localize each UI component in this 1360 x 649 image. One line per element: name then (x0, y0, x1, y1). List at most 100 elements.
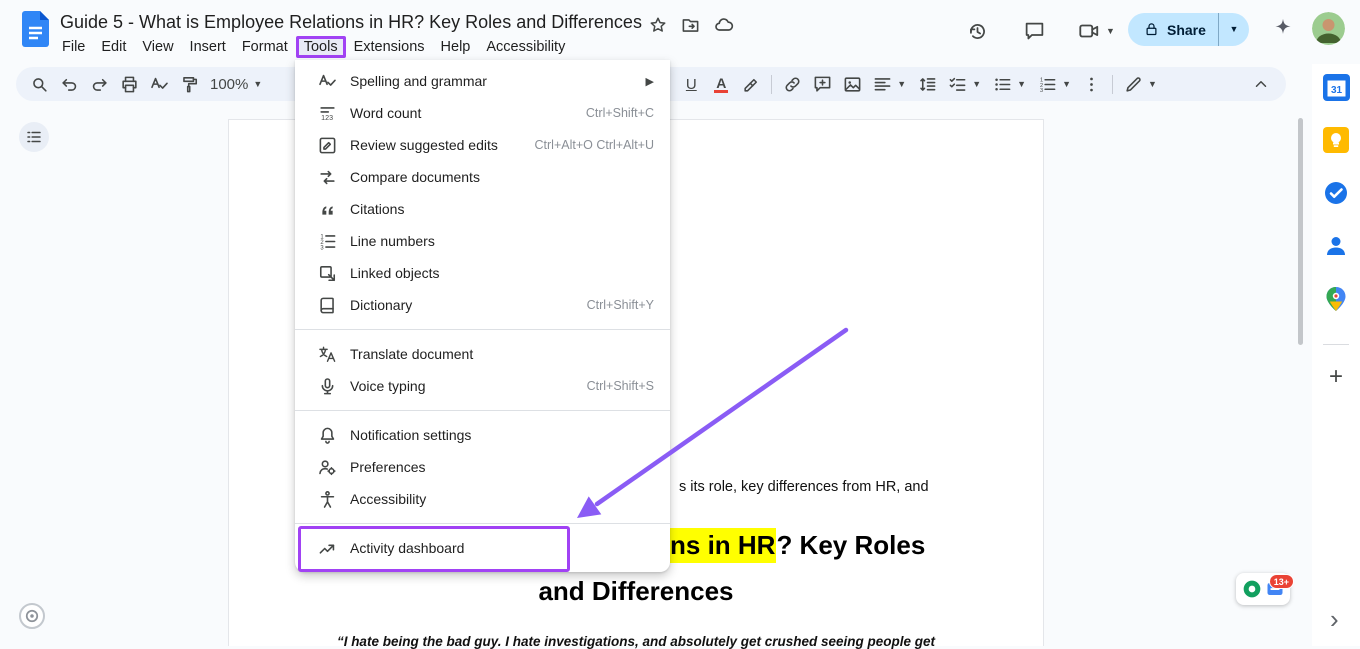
checklist-select[interactable]: ▼ (942, 75, 987, 94)
share-button[interactable]: Share ▼ (1128, 13, 1249, 46)
menu-item-dictionary[interactable]: Dictionary Ctrl+Shift+Y (295, 289, 670, 321)
document-quote-text[interactable]: “I hate being the bad guy. I hate invest… (228, 634, 1044, 649)
menu-item-notification-settings[interactable]: Notification settings (295, 419, 670, 451)
vertical-scrollbar[interactable] (1298, 118, 1303, 345)
menu-help[interactable]: Help (433, 36, 479, 58)
maps-icon[interactable] (1322, 285, 1350, 313)
underline-icon[interactable]: U (678, 71, 704, 97)
highlighted-text: ns in HR (670, 528, 776, 563)
translate-icon (318, 345, 337, 364)
document-heading-line1[interactable]: ns in HR? Key Roles (670, 530, 925, 561)
menu-tools[interactable]: Tools (296, 36, 346, 58)
bulleted-list-select[interactable]: ▼ (987, 75, 1032, 94)
menu-accessibility[interactable]: Accessibility (478, 36, 573, 58)
tasks-icon[interactable] (1322, 179, 1350, 207)
chevron-down-icon: ▼ (897, 80, 906, 89)
extension-blue-icon[interactable]: 13+ (1266, 580, 1284, 598)
cloud-status-icon[interactable] (714, 15, 734, 35)
chevron-down-icon: ▼ (1106, 27, 1115, 36)
menu-item-label: Review suggested edits (350, 137, 498, 153)
menu-item-translate-document[interactable]: Translate document (295, 338, 670, 370)
zoom-value: 100% (210, 76, 248, 93)
linked-objects-icon (318, 264, 337, 283)
menu-edit[interactable]: Edit (93, 36, 134, 58)
menu-item-compare-documents[interactable]: Compare documents (295, 161, 670, 193)
menu-item-line-numbers[interactable]: 123 Line numbers (295, 225, 670, 257)
menu-file[interactable]: File (54, 36, 93, 58)
tools-dropdown-menu: Spelling and grammar ▶ 123 Word count Ct… (295, 60, 670, 572)
menu-item-label: Preferences (350, 459, 425, 475)
menu-item-review-suggested-edits[interactable]: Review suggested edits Ctrl+Alt+O Ctrl+A… (295, 129, 670, 161)
document-heading-line2[interactable]: and Differences (228, 576, 1044, 607)
more-options-icon[interactable] (1079, 71, 1105, 97)
chevron-down-icon: ▼ (253, 80, 262, 89)
extension-widget[interactable]: 13+ (1236, 573, 1290, 605)
version-history-icon[interactable] (964, 18, 990, 44)
numbered-list-select[interactable]: 123 ▼ (1032, 75, 1077, 94)
comments-icon[interactable] (1021, 18, 1047, 44)
paint-format-icon[interactable] (176, 71, 202, 97)
text-color-icon[interactable]: A (708, 71, 734, 97)
menu-item-voice-typing[interactable]: Voice typing Ctrl+Shift+S (295, 370, 670, 402)
chevron-down-icon: ▼ (1229, 25, 1238, 34)
editing-mode-select[interactable]: ▼ (1118, 75, 1163, 94)
menu-item-label: Citations (350, 201, 404, 217)
spellcheck-icon (318, 72, 337, 91)
menu-insert[interactable]: Insert (182, 36, 234, 58)
document-outline-button[interactable] (19, 122, 49, 152)
expand-right-icon[interactable]: › (1330, 606, 1339, 632)
menu-item-spelling-grammar[interactable]: Spelling and grammar ▶ (295, 65, 670, 97)
align-select[interactable]: ▼ (867, 75, 912, 94)
calendar-icon[interactable]: 31 (1322, 73, 1350, 101)
move-folder-icon[interactable] (681, 16, 700, 35)
print-icon[interactable] (116, 71, 142, 97)
extension-green-icon[interactable] (1242, 579, 1262, 599)
menu-item-preferences[interactable]: Preferences (295, 451, 670, 483)
dictionary-icon (318, 296, 337, 315)
menu-view[interactable]: View (134, 36, 181, 58)
menu-extensions[interactable]: Extensions (346, 36, 433, 58)
chevron-down-icon: ▼ (1148, 80, 1157, 89)
share-main[interactable]: Share (1128, 13, 1218, 46)
redo-icon[interactable] (86, 71, 112, 97)
avatar[interactable] (1312, 12, 1345, 45)
zoom-select[interactable]: 100% ▼ (204, 76, 268, 93)
menu-item-activity-dashboard[interactable]: Activity dashboard (295, 532, 670, 564)
menu-item-label: Compare documents (350, 169, 480, 185)
spellcheck-icon[interactable] (146, 71, 172, 97)
menu-item-label: Voice typing (350, 378, 426, 394)
line-spacing-icon[interactable] (914, 71, 940, 97)
floating-widget-button[interactable] (19, 603, 45, 629)
add-addon-icon[interactable]: + (1329, 365, 1343, 389)
contacts-icon[interactable] (1322, 232, 1350, 260)
gemini-sparkle-icon[interactable] (1272, 17, 1294, 39)
submenu-arrow-icon: ▶ (646, 75, 654, 88)
insert-image-icon[interactable] (839, 71, 865, 97)
add-comment-icon[interactable] (809, 71, 835, 97)
menu-item-word-count[interactable]: 123 Word count Ctrl+Shift+C (295, 97, 670, 129)
word-count-icon: 123 (318, 104, 337, 123)
menu-item-linked-objects[interactable]: Linked objects (295, 257, 670, 289)
search-icon[interactable] (26, 71, 52, 97)
docs-logo-icon[interactable] (22, 11, 49, 47)
video-call-icon[interactable]: ▼ (1078, 18, 1115, 44)
star-icon[interactable] (649, 16, 667, 34)
share-dropdown[interactable]: ▼ (1218, 13, 1249, 46)
person-gear-icon (318, 458, 337, 477)
menu-item-label: Word count (350, 105, 421, 121)
toolbar-divider (1112, 75, 1113, 94)
menu-item-citations[interactable]: Citations (295, 193, 670, 225)
menu-item-label: Notification settings (350, 427, 471, 443)
keep-icon[interactable] (1322, 126, 1350, 154)
undo-icon[interactable] (56, 71, 82, 97)
hide-menus-icon[interactable] (1248, 71, 1274, 97)
document-title[interactable]: Guide 5 - What is Employee Relations in … (60, 12, 642, 33)
document-body-text[interactable]: s its role, key differences from HR, and (679, 479, 929, 495)
side-panel-divider (1323, 344, 1349, 345)
highlight-color-icon[interactable] (738, 71, 764, 97)
insert-link-icon[interactable] (779, 71, 805, 97)
svg-text:31: 31 (1330, 85, 1342, 96)
menu-format[interactable]: Format (234, 36, 296, 58)
menu-item-accessibility[interactable]: Accessibility (295, 483, 670, 515)
menu-item-label: Activity dashboard (350, 540, 464, 556)
